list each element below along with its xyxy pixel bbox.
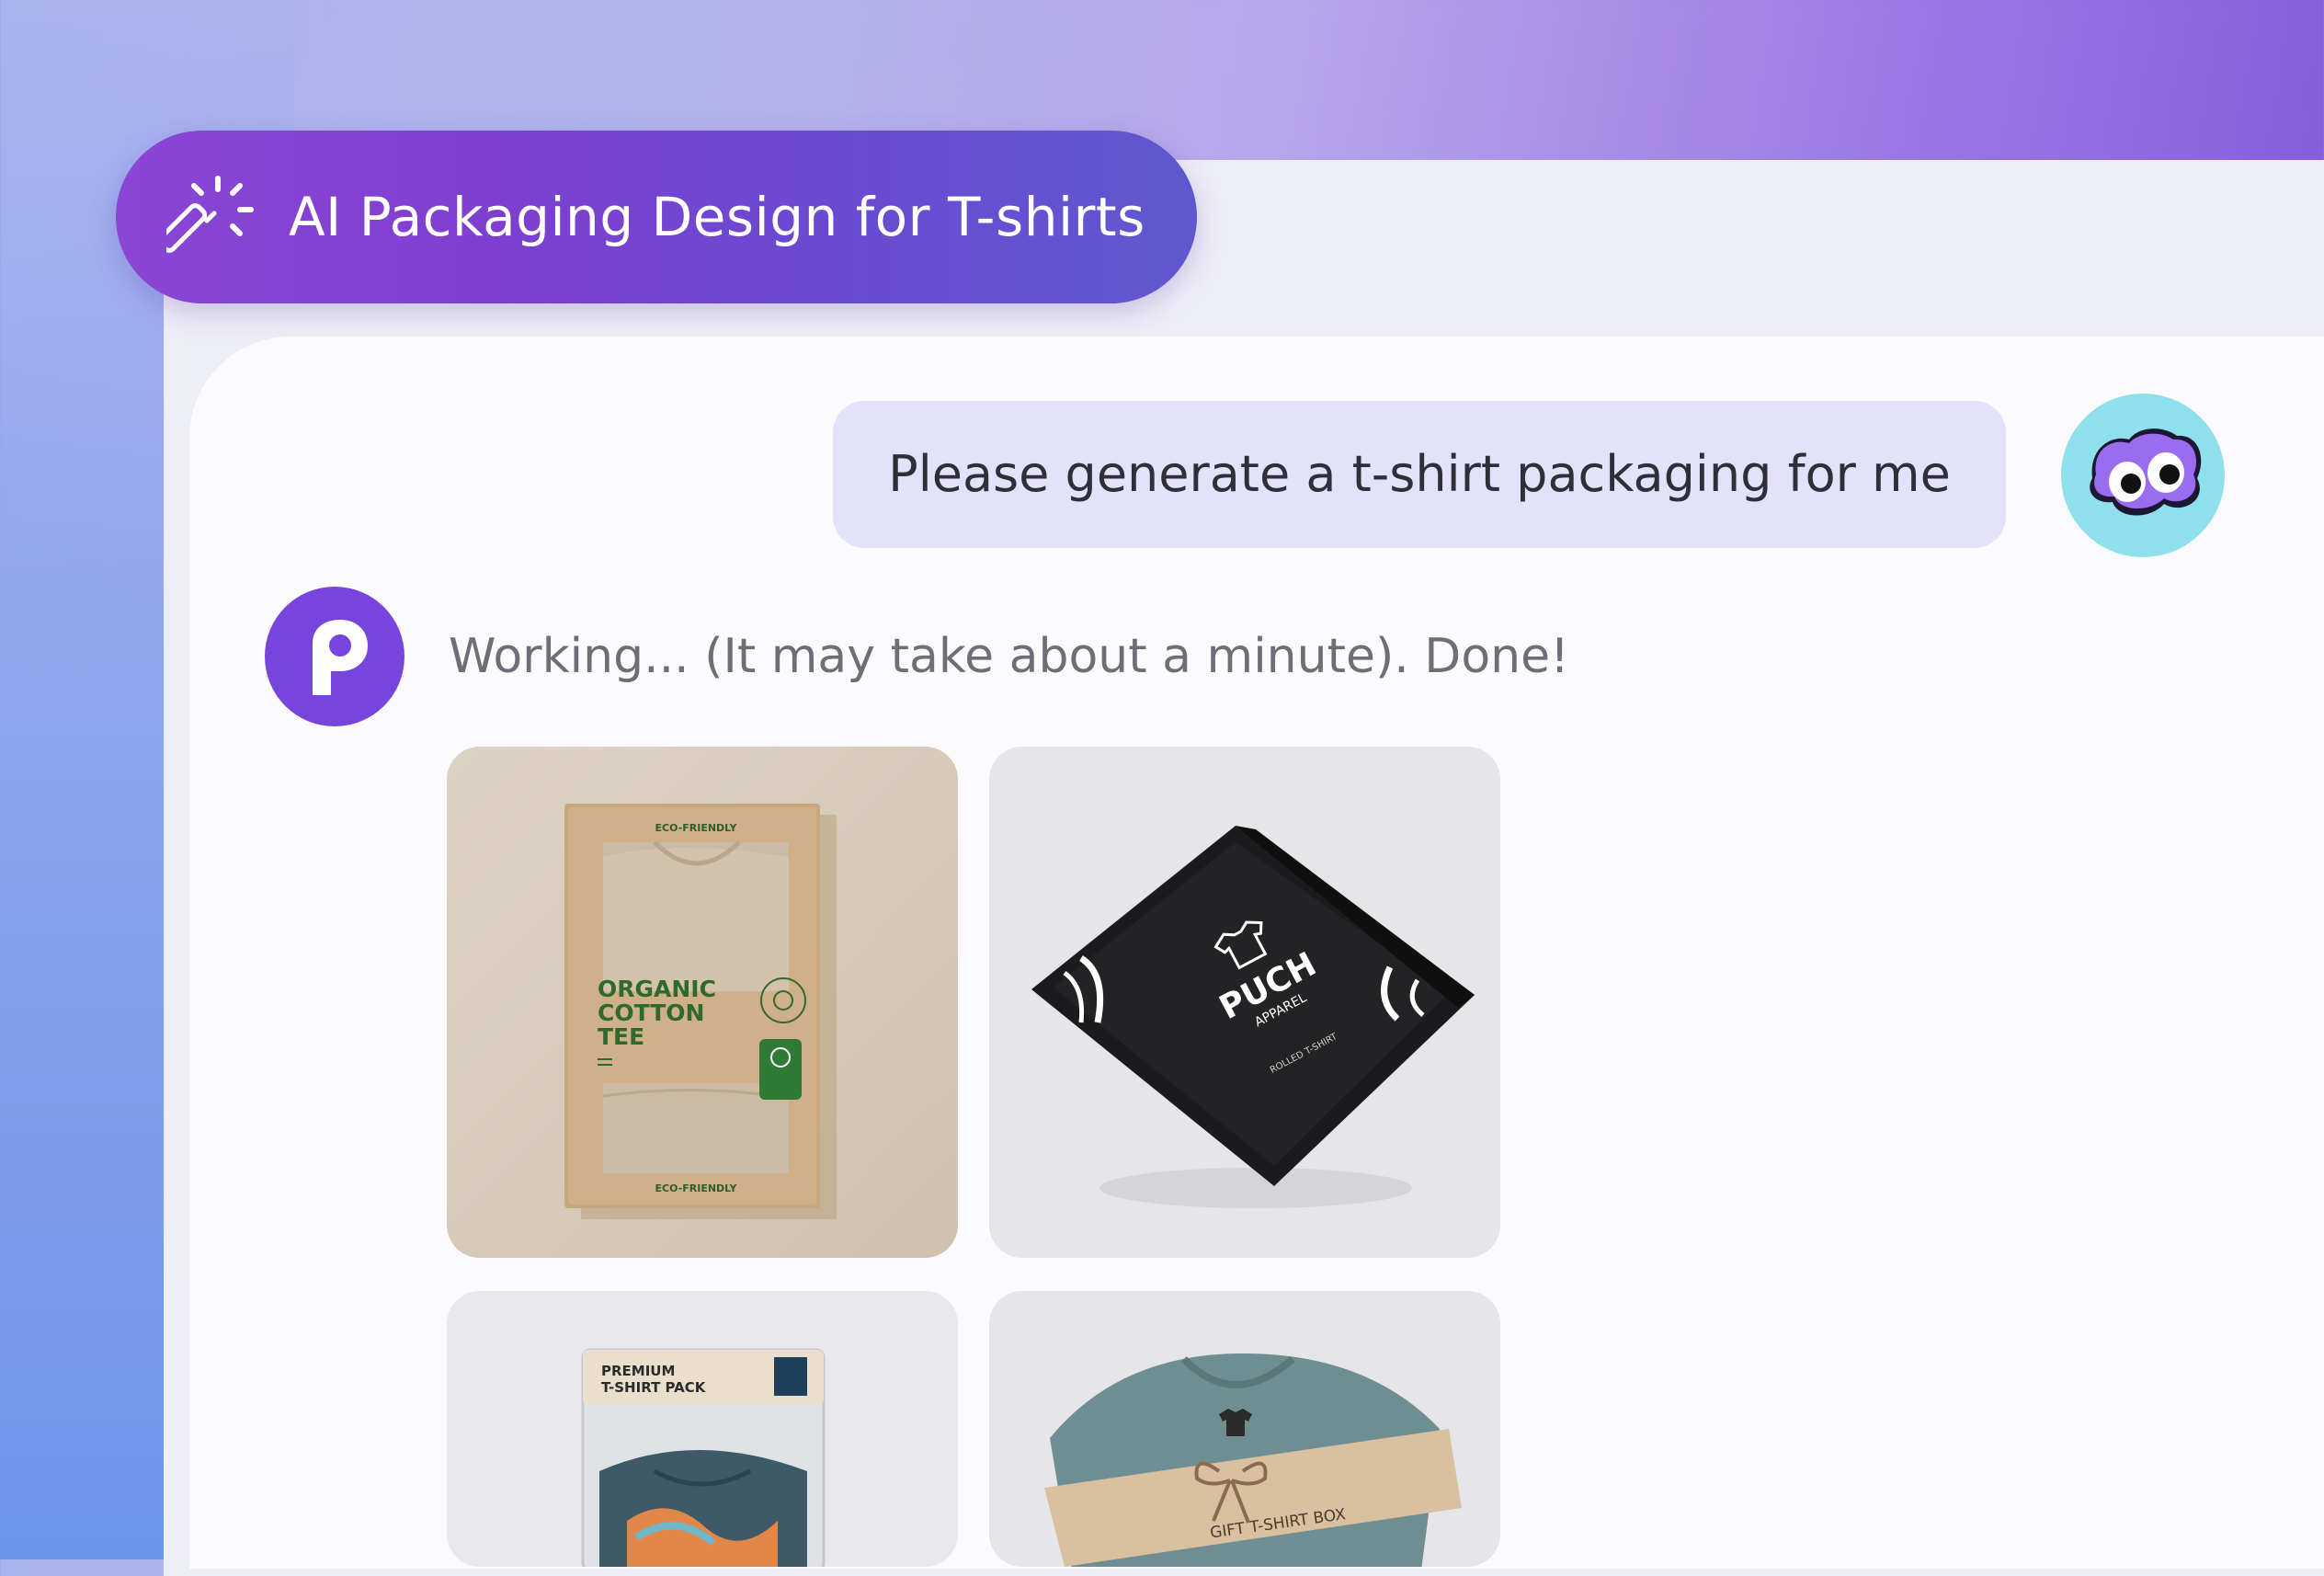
kraft-top-label: ECO-FRIENDLY <box>655 822 738 834</box>
user-message-text: Please generate a t-shirt packaging for … <box>888 445 1951 503</box>
kraft-line2: COTTON <box>598 999 704 1026</box>
cartoon-eyes-avatar-icon <box>2090 428 2202 516</box>
result-image-poly-mailer[interactable]: PUCH APPAREL ROLLED T-SHIRT <box>989 747 1500 1258</box>
result-image-clear-pouch[interactable]: PREMIUM T-SHIRT PACK <box>447 1291 958 1567</box>
page-title-pill: AI Packaging Design for T-shirts <box>116 131 1197 303</box>
page-title: AI Packaging Design for T-shirts <box>289 186 1145 248</box>
user-message-bubble: Please generate a t-shirt packaging for … <box>833 401 2006 548</box>
bot-status-message: Working... (It may take about a minute).… <box>449 629 1569 684</box>
pouch-label-line2: T-SHIRT PACK <box>601 1379 707 1396</box>
result-image-gift-wrap[interactable]: GIFT T-SHIRT BOX <box>989 1291 1500 1567</box>
user-avatar[interactable] <box>2061 394 2225 557</box>
pouch-label-line1: PREMIUM <box>601 1363 675 1379</box>
kraft-bottom-label: ECO-FRIENDLY <box>655 1182 738 1194</box>
bot-avatar <box>265 587 404 726</box>
result-image-kraft-box[interactable]: ECO-FRIENDLY ORGANIC COTTON TEE ECO-FRIE… <box>447 747 958 1258</box>
kraft-line3: TEE <box>598 1023 644 1050</box>
magic-wand-icon <box>166 176 254 253</box>
kraft-line1: ORGANIC <box>598 976 716 1002</box>
bot-logo-icon <box>313 620 368 695</box>
